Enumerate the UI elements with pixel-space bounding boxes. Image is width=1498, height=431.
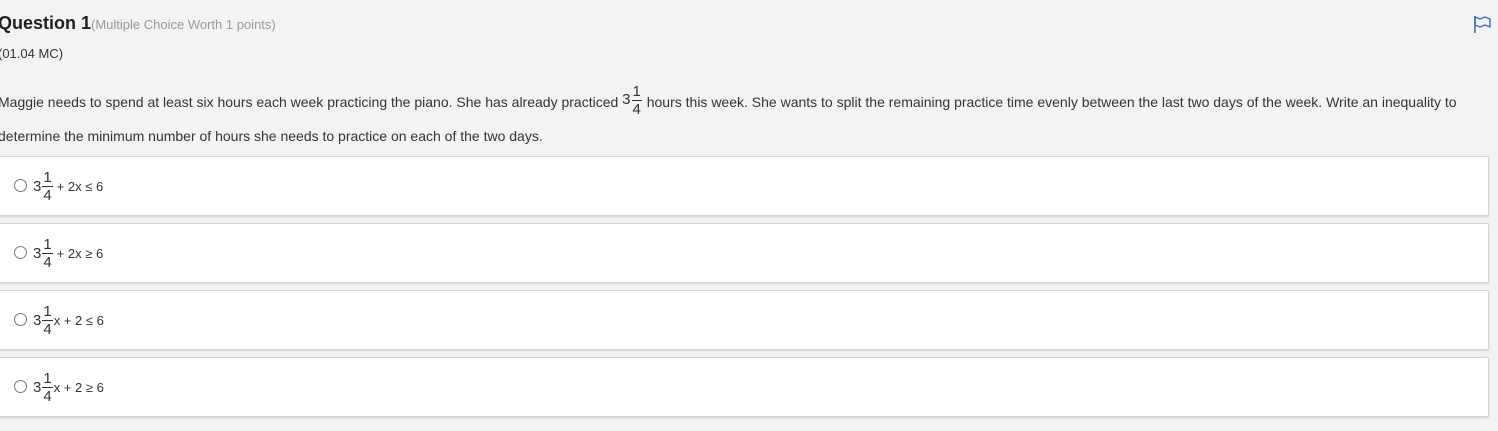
mixed-fraction: 14	[42, 302, 53, 338]
fraction-denominator: 4	[43, 186, 52, 204]
mixed-fraction: 14	[631, 83, 642, 119]
choice-expression-text: + 2x ≥ 6	[56, 245, 104, 261]
radio-button[interactable]	[14, 178, 27, 192]
mixed-fraction: 14	[42, 235, 53, 271]
question-worth: (Multiple Choice Worth 1 points)	[91, 17, 276, 32]
choice-content: 3 14 + 2x ≥ 6	[14, 233, 103, 273]
choice-expression-text: + 2x ≤ 6	[56, 178, 104, 194]
fraction-denominator: 4	[43, 320, 52, 338]
choice-expression: 3 14 x + 2 ≤ 6	[33, 304, 104, 337]
fraction-numerator: 1	[42, 235, 53, 254]
answer-choice-d[interactable]: 3 14 x + 2 ≥ 6	[0, 357, 1489, 417]
radio-button[interactable]	[14, 245, 27, 259]
mixed-whole: 3	[622, 91, 631, 109]
mixed-whole: 3	[33, 311, 42, 329]
fraction-numerator: 1	[631, 83, 642, 102]
fraction-numerator: 1	[42, 168, 53, 187]
fraction-denominator: 4	[43, 387, 52, 405]
fraction-numerator: 1	[42, 302, 53, 321]
choice-expression: 3 14 + 2x ≤ 6	[33, 170, 103, 203]
flag-question-button[interactable]	[1472, 14, 1492, 34]
answer-choice-c[interactable]: 3 14 x + 2 ≤ 6	[0, 290, 1489, 350]
mixed-whole: 3	[33, 378, 42, 396]
question-prompt: Maggie needs to spend at least six hours…	[0, 83, 1478, 152]
fraction-denominator: 4	[43, 253, 52, 271]
choice-expression: 3 14 x + 2 ≥ 6	[33, 371, 104, 404]
radio-button[interactable]	[14, 379, 27, 393]
answer-choice-b[interactable]: 3 14 + 2x ≥ 6	[0, 223, 1489, 283]
fraction-numerator: 1	[42, 369, 53, 388]
radio-button[interactable]	[14, 312, 27, 326]
prompt-mixed-number: 314	[622, 83, 643, 117]
mixed-fraction: 14	[42, 168, 53, 204]
choice-expression-text: x + 2 ≤ 6	[53, 312, 104, 328]
question-header: Question 1(Multiple Choice Worth 1 point…	[0, 13, 276, 34]
choice-content: 3 14 x + 2 ≥ 6	[14, 367, 104, 407]
flag-icon	[1474, 16, 1491, 33]
answer-choice-a[interactable]: 3 14 + 2x ≤ 6	[0, 156, 1489, 216]
question-code: (01.04 MC)	[0, 46, 64, 61]
choice-content: 3 14 x + 2 ≤ 6	[14, 300, 104, 340]
mixed-whole: 3	[33, 177, 42, 195]
fraction-denominator: 4	[632, 101, 641, 119]
question-title: Question 1	[0, 13, 92, 33]
mixed-whole: 3	[33, 244, 42, 262]
choice-content: 3 14 + 2x ≤ 6	[14, 166, 103, 206]
mixed-fraction: 14	[42, 369, 53, 405]
prompt-text-before: Maggie needs to spend at least six hours…	[0, 94, 623, 110]
choice-expression-text: x + 2 ≥ 6	[53, 379, 104, 395]
choice-expression: 3 14 + 2x ≥ 6	[33, 237, 103, 270]
